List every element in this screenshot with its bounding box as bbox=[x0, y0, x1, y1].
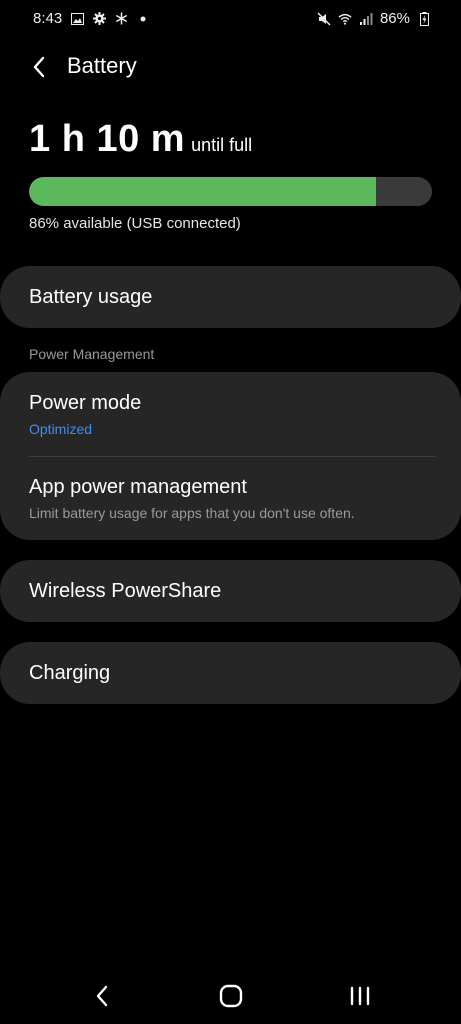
chevron-left-icon bbox=[33, 56, 45, 78]
divider bbox=[29, 456, 436, 457]
battery-charging-icon bbox=[417, 11, 431, 26]
nav-recents-button[interactable] bbox=[340, 980, 380, 1012]
power-mode-value: Optimized bbox=[29, 421, 93, 437]
status-bar: 8:43 86% bbox=[0, 0, 461, 40]
nav-back-button[interactable] bbox=[82, 980, 122, 1012]
battery-level-bar bbox=[29, 177, 432, 206]
status-time: 8:43 bbox=[33, 10, 63, 27]
navigation-bar bbox=[0, 968, 461, 1024]
power-mode-title: Power mode bbox=[29, 392, 142, 414]
settings-gear-icon bbox=[92, 12, 106, 26]
charging-item[interactable]: Charging bbox=[0, 642, 461, 704]
power-management-card: Power mode Optimized App power managemen… bbox=[0, 372, 461, 540]
battery-usage-item[interactable]: Battery usage bbox=[0, 266, 461, 328]
battery-available-text: 86% available (USB connected) bbox=[29, 215, 241, 232]
signal-icon bbox=[359, 12, 373, 26]
page-title: Battery bbox=[67, 53, 137, 78]
battery-percent: 86% bbox=[379, 10, 410, 27]
time-value: 1 h 10 m bbox=[29, 118, 186, 160]
app-power-management-subtitle: Limit battery usage for apps that you do… bbox=[29, 505, 355, 521]
charging-label: Charging bbox=[29, 662, 111, 684]
gallery-icon bbox=[70, 12, 84, 26]
snowflake-icon bbox=[114, 12, 128, 26]
back-button[interactable] bbox=[25, 53, 53, 81]
time-suffix: until full bbox=[191, 135, 253, 155]
back-icon bbox=[96, 985, 108, 1007]
battery-level-fill bbox=[29, 177, 376, 206]
wifi-icon bbox=[338, 12, 352, 26]
nav-home-button[interactable] bbox=[211, 980, 251, 1012]
power-mode-item[interactable]: Power mode Optimized bbox=[29, 392, 436, 437]
battery-usage-label: Battery usage bbox=[29, 286, 153, 308]
app-power-management-title: App power management bbox=[29, 476, 247, 498]
wireless-powershare-item[interactable]: Wireless PowerShare bbox=[0, 560, 461, 622]
wireless-powershare-label: Wireless PowerShare bbox=[29, 580, 222, 602]
home-icon bbox=[219, 984, 243, 1008]
app-power-management-item[interactable]: App power management Limit battery usage… bbox=[29, 476, 436, 521]
time-until-full: 1 h 10 m until full bbox=[29, 118, 252, 161]
mute-icon bbox=[317, 11, 331, 26]
section-header-power-management: Power Management bbox=[29, 346, 155, 362]
dot-icon bbox=[136, 12, 150, 26]
app-header: Battery bbox=[0, 45, 461, 89]
recents-icon bbox=[350, 986, 370, 1006]
